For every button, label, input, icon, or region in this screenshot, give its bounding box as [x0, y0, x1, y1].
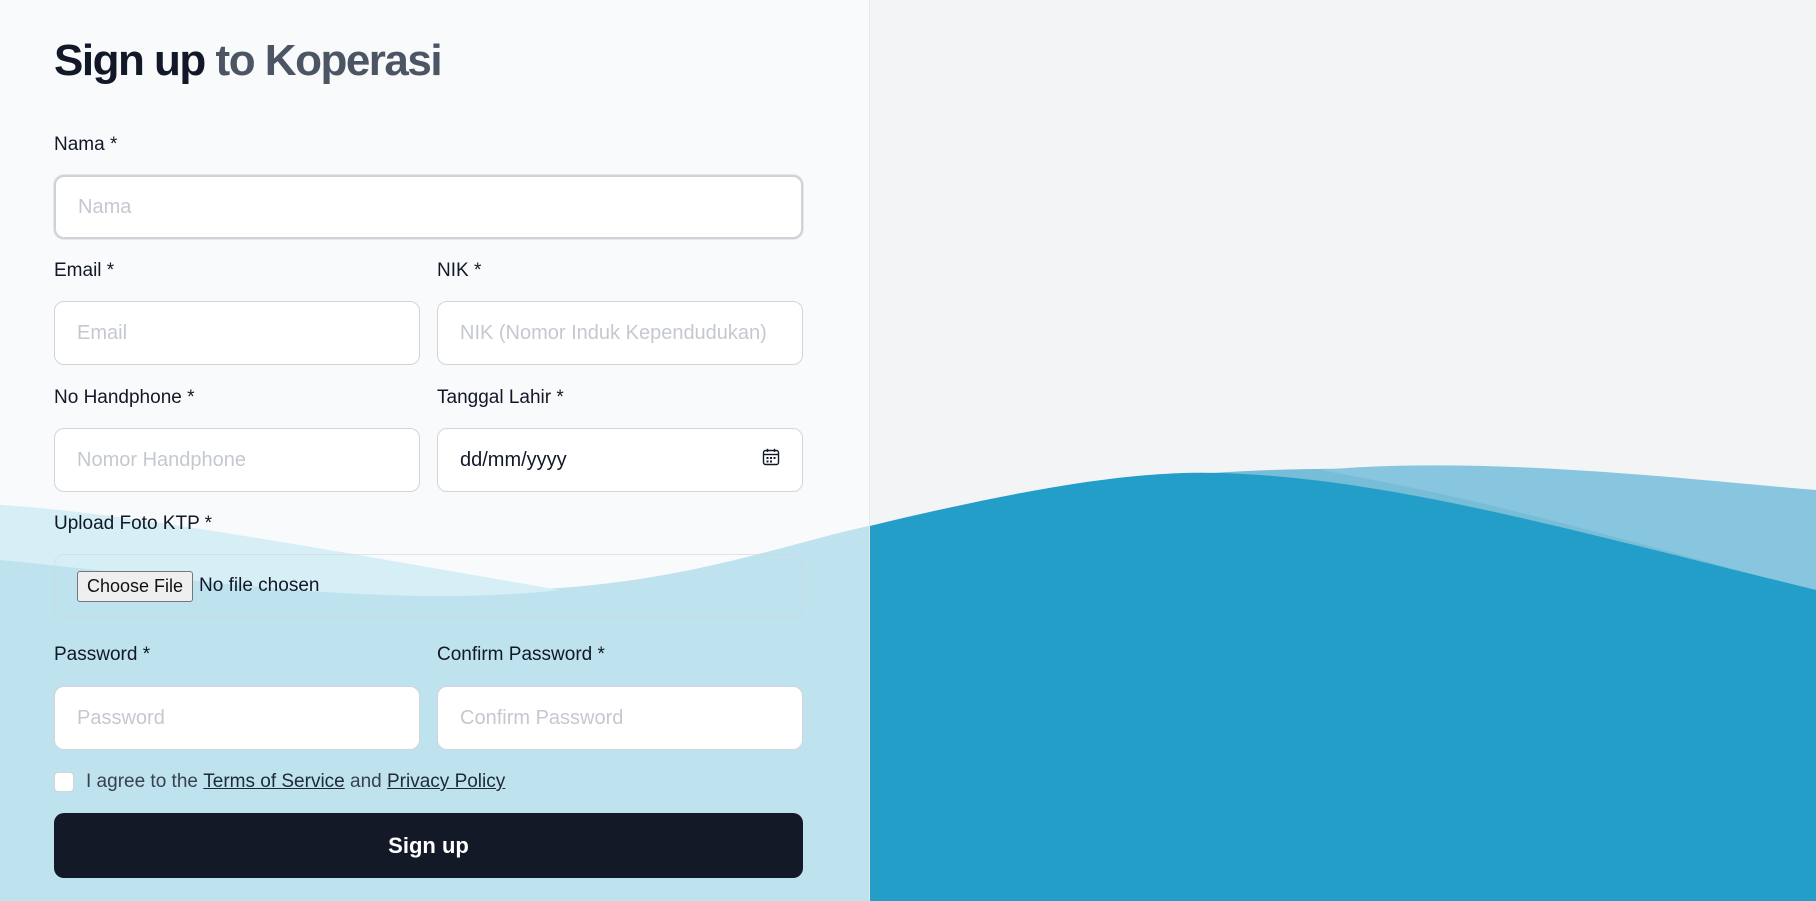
ktp-label: Upload Foto KTP * [54, 513, 213, 534]
birthdate-input[interactable]: dd/mm/yyyy [437, 428, 803, 492]
agreement-row: I agree to the Terms of Service and Priv… [54, 771, 505, 793]
birthdate-value: dd/mm/yyyy [460, 448, 567, 471]
nama-label: Nama * [54, 134, 118, 155]
agree-middle: and [344, 771, 387, 792]
nik-label: NIK * [437, 260, 482, 281]
calendar-icon[interactable] [762, 448, 780, 472]
nama-input[interactable] [54, 175, 803, 239]
ktp-file-input[interactable]: Choose File No file chosen [54, 554, 803, 618]
email-label: Email * [54, 260, 115, 281]
phone-input[interactable] [54, 428, 420, 492]
confirm-password-input[interactable] [437, 686, 803, 750]
signup-panel: Sign up to Koperasi Nama * Email * NIK *… [0, 0, 870, 901]
decorative-panel [870, 0, 1816, 901]
birthdate-label: Tanggal Lahir * [437, 387, 564, 408]
password-input[interactable] [54, 686, 420, 750]
privacy-link[interactable]: Privacy Policy [387, 771, 505, 793]
terms-link[interactable]: Terms of Service [203, 771, 344, 793]
signup-button[interactable]: Sign up [54, 813, 803, 878]
nik-input[interactable] [437, 301, 803, 365]
agree-prefix: I agree to the [86, 771, 204, 792]
choose-file-button[interactable]: Choose File [77, 570, 194, 602]
agree-checkbox[interactable] [54, 772, 74, 792]
file-status: No file chosen [199, 575, 320, 596]
wave-background-right [870, 465, 1816, 901]
email-input[interactable] [54, 301, 420, 365]
confirm-password-label: Confirm Password * [437, 644, 605, 665]
phone-label: No Handphone * [54, 387, 195, 408]
password-label: Password * [54, 644, 151, 665]
page-title: Sign up to Koperasi [54, 36, 443, 85]
